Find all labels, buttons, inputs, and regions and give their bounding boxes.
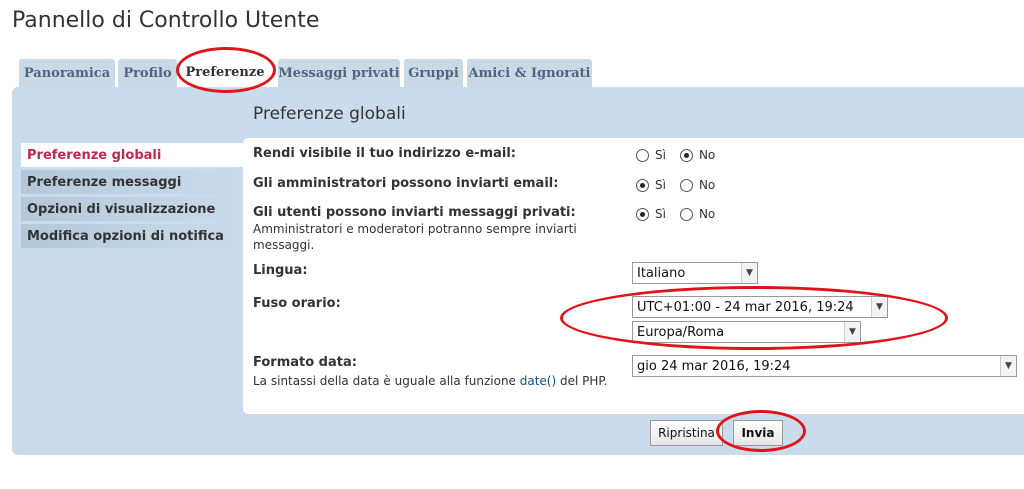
sidebar-item-preferenze-messaggi[interactable]: Preferenze messaggi	[21, 170, 243, 194]
pm-yes-radio[interactable]	[636, 207, 649, 221]
timezone-value: UTC+01:00 - 24 mar 2016, 19:24	[637, 299, 854, 315]
tab-preferenze[interactable]: Preferenze	[181, 57, 269, 87]
admin-email-no-radio[interactable]	[679, 178, 693, 192]
admin-email-no-label: No	[698, 178, 716, 192]
email-visible-no-label: No	[698, 148, 716, 162]
timezone-select[interactable]: UTC+01:00 - 24 mar 2016, 19:24 ▼	[632, 296, 888, 318]
admin-email-label: Gli amministratori possono inviarti emai…	[253, 176, 559, 191]
pm-no-radio[interactable]	[679, 207, 693, 221]
chevron-down-icon: ▼	[844, 322, 860, 342]
date-function-link[interactable]: date()	[520, 374, 556, 388]
pm-explain: Amministratori e moderatori potranno sem…	[253, 222, 577, 252]
page-title: Pannello di Controllo Utente	[12, 8, 320, 33]
tab-panoramica[interactable]: Panoramica	[19, 59, 115, 87]
email-visible-no-radio[interactable]	[679, 148, 693, 162]
sidebar-item-opzioni-notifica[interactable]: Modifica opzioni di notifica	[21, 224, 243, 248]
tab-amici-ignorati[interactable]: Amici & Ignorati	[467, 59, 592, 87]
sidebar-item-preferenze-globali[interactable]: Preferenze globali	[21, 143, 243, 167]
timezone-zone-value: Europa/Roma	[637, 324, 725, 340]
date-format-explain-tail: del PHP.	[556, 374, 608, 388]
date-format-label: Formato data:	[253, 355, 357, 370]
reset-button[interactable]: Ripristina	[650, 420, 723, 446]
chevron-down-icon: ▼	[741, 263, 757, 283]
date-format-explain: La sintassi della data è uguale alla fun…	[253, 373, 623, 389]
email-visible-options: Sì No	[636, 148, 729, 162]
language-select[interactable]: Italiano ▼	[632, 262, 758, 284]
date-format-value: gio 24 mar 2016, 19:24	[637, 358, 791, 374]
email-visible-label: Rendi visibile il tuo indirizzo e-mail:	[253, 146, 516, 161]
submit-button[interactable]: Invia	[733, 420, 783, 446]
pm-no-label: No	[698, 207, 716, 221]
language-label: Lingua:	[253, 263, 308, 278]
date-format-select[interactable]: gio 24 mar 2016, 19:24 ▼	[632, 355, 1017, 377]
email-visible-yes-radio[interactable]	[636, 148, 649, 162]
email-visible-yes-label: Sì	[655, 148, 666, 162]
tab-messaggi-privati[interactable]: Messaggi privati	[278, 59, 400, 87]
admin-email-yes-radio[interactable]	[636, 178, 649, 192]
pm-label: Gli utenti possono inviarti messaggi pri…	[253, 205, 576, 220]
timezone-label: Fuso orario:	[253, 296, 341, 311]
sidebar-item-opzioni-visualizzazione[interactable]: Opzioni di visualizzazione	[21, 197, 243, 221]
sidebar-menu: Preferenze globali Preferenze messaggi O…	[21, 143, 243, 251]
language-value: Italiano	[637, 265, 686, 281]
tab-profilo[interactable]: Profilo	[118, 59, 177, 87]
chevron-down-icon: ▼	[871, 297, 887, 317]
pm-yes-label: Sì	[655, 207, 666, 221]
timezone-zone-select[interactable]: Europa/Roma ▼	[632, 321, 861, 343]
tab-gruppi[interactable]: Gruppi	[404, 59, 463, 87]
date-format-explain-text: La sintassi della data è uguale alla fun…	[253, 374, 520, 388]
section-title: Preferenze globali	[253, 104, 406, 124]
admin-email-options: Sì No	[636, 178, 729, 192]
chevron-down-icon: ▼	[1000, 356, 1016, 376]
pm-options: Sì No	[636, 207, 729, 221]
admin-email-yes-label: Sì	[655, 178, 666, 192]
